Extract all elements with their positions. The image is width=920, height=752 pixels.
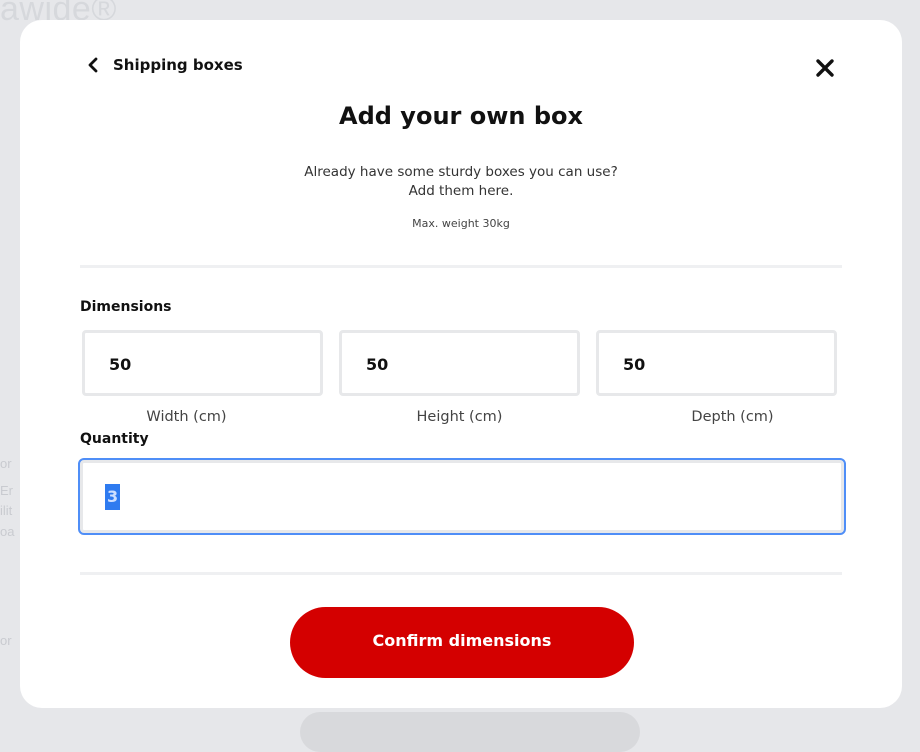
background-text-fragment: or (0, 456, 12, 471)
chevron-left-icon (88, 57, 98, 73)
depth-value: 50 (623, 355, 646, 374)
width-input[interactable]: 50 (82, 330, 323, 396)
max-weight-note: Max. weight 30kg (412, 217, 510, 230)
subtitle-line: Add them here. (408, 183, 514, 199)
modal-title: Add your own box (339, 102, 583, 130)
confirm-dimensions-button[interactable]: Confirm dimensions (290, 607, 634, 678)
background-text-fragment: oa (0, 524, 15, 539)
quantity-value: 3 (105, 484, 121, 510)
width-value: 50 (109, 355, 132, 374)
modal-subtitle: Already have some sturdy boxes you can u… (20, 163, 902, 201)
dimensions-label: Dimensions (80, 299, 172, 315)
subtitle-line: Already have some sturdy boxes you can u… (304, 164, 618, 180)
back-link-label: Shipping boxes (113, 56, 243, 74)
quantity-input[interactable]: 3 (78, 458, 846, 535)
background-button-shape (300, 712, 640, 752)
width-caption: Width (cm) (146, 409, 227, 425)
height-value: 50 (366, 355, 389, 374)
close-button[interactable] (813, 56, 837, 80)
background-text-fragment: Er (0, 483, 13, 498)
quantity-label: Quantity (80, 431, 149, 447)
back-to-shipping-boxes-link[interactable]: Shipping boxes (86, 56, 243, 74)
divider (80, 265, 842, 268)
height-input[interactable]: 50 (339, 330, 580, 396)
add-box-modal: Shipping boxes Add your own box Already … (20, 20, 902, 708)
divider (80, 572, 842, 575)
background-text-fragment: ilit (0, 503, 13, 518)
close-icon (816, 59, 834, 77)
depth-input[interactable]: 50 (596, 330, 837, 396)
height-caption: Height (cm) (416, 409, 503, 425)
background-text-fragment: or (0, 633, 12, 648)
depth-caption: Depth (cm) (691, 409, 774, 425)
confirm-button-label: Confirm dimensions (372, 631, 552, 650)
